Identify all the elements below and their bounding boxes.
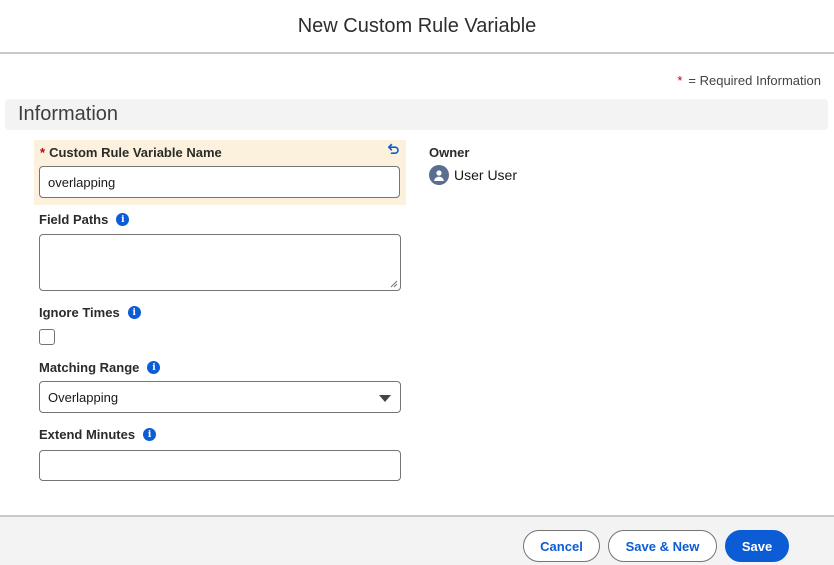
resize-grip-icon[interactable] <box>390 280 398 288</box>
owner-value: User User <box>429 165 517 185</box>
section-header-information[interactable]: Information <box>5 99 828 130</box>
save-and-new-button[interactable]: Save & New <box>608 530 717 562</box>
extend-minutes-input[interactable] <box>39 450 401 481</box>
custom-rule-variable-name-input[interactable]: overlapping <box>39 166 400 198</box>
modal-dialog: New Custom Rule Variable * = Required Inf… <box>0 0 834 565</box>
modal-footer: Cancel Save & New Save <box>0 515 834 565</box>
extend-minutes-label: Extend Minutes i <box>39 427 157 442</box>
section-title: Information <box>18 103 119 125</box>
extend-minutes-label-text: Extend Minutes <box>39 427 136 442</box>
ignore-times-label: Ignore Times i <box>39 305 141 320</box>
info-icon[interactable]: i <box>116 213 130 226</box>
undo-icon[interactable] <box>386 142 400 156</box>
matching-range-label-text: Matching Range <box>39 360 140 375</box>
info-icon[interactable]: i <box>143 428 157 441</box>
field-paths-label: Field Paths i <box>39 212 130 227</box>
name-field-label: * Custom Rule Variable Name <box>40 145 222 160</box>
modal-header: New Custom Rule Variable <box>0 0 834 54</box>
required-legend: * = Required Information <box>677 73 821 88</box>
ignore-times-checkbox[interactable] <box>39 329 55 345</box>
field-paths-textarea[interactable] <box>39 234 401 291</box>
info-icon[interactable]: i <box>127 306 141 319</box>
name-field-label-text: Custom Rule Variable Name <box>49 145 222 160</box>
required-legend-text: = Required Information <box>688 73 821 88</box>
matching-range-selected-value: Overlapping <box>48 389 119 405</box>
ignore-times-label-text: Ignore Times <box>39 305 120 320</box>
owner-label: Owner <box>429 145 470 160</box>
owner-name: User User <box>454 167 518 183</box>
save-button[interactable]: Save <box>725 530 789 562</box>
modal-title: New Custom Rule Variable <box>297 15 537 37</box>
field-paths-label-text: Field Paths <box>39 212 109 227</box>
matching-range-select[interactable]: Overlapping <box>39 381 401 413</box>
user-avatar-icon <box>429 165 449 185</box>
cancel-button[interactable]: Cancel <box>523 530 600 562</box>
required-star: * <box>677 73 683 88</box>
info-icon[interactable]: i <box>147 361 161 374</box>
chevron-down-icon <box>379 395 391 402</box>
matching-range-label: Matching Range i <box>39 360 161 375</box>
required-mark: * <box>40 145 46 160</box>
name-input-value: overlapping <box>48 174 116 190</box>
